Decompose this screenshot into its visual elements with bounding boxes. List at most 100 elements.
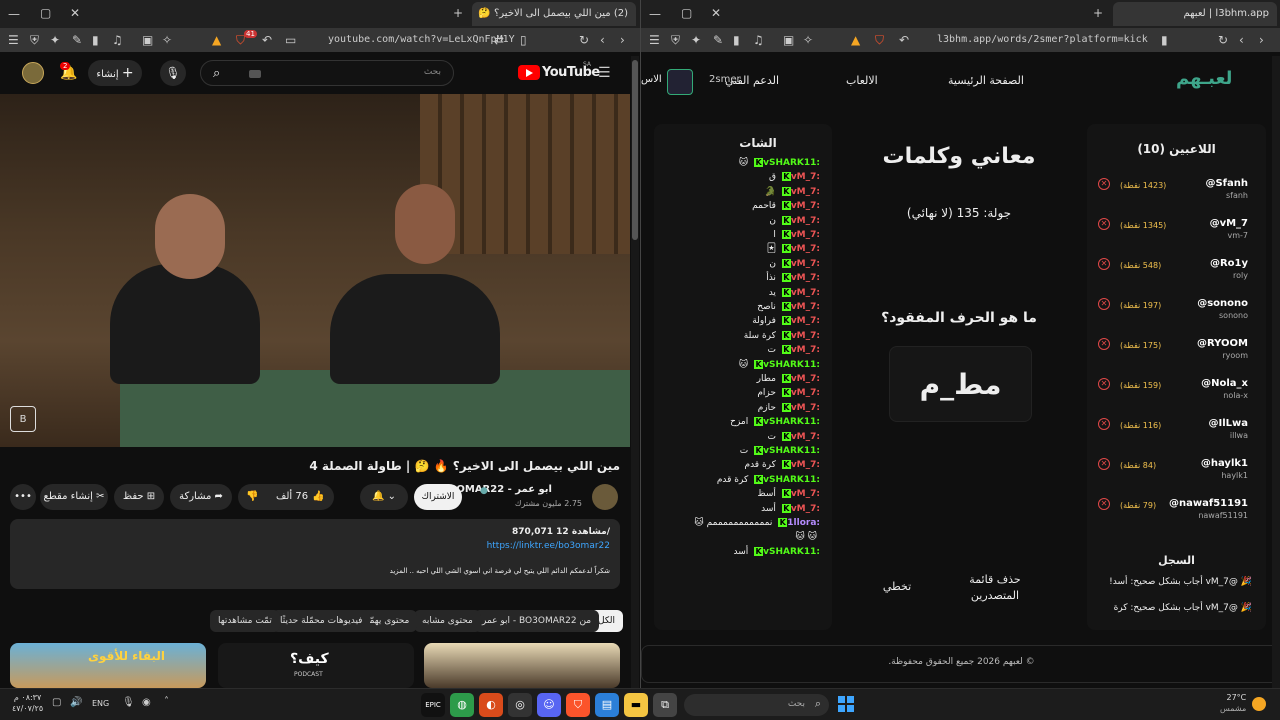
video-thumbnail[interactable] (424, 643, 620, 688)
scrollbar-track[interactable] (1272, 56, 1280, 688)
chat-username[interactable]: vM_7: (791, 259, 820, 269)
chat-username[interactable]: vM_7: (791, 403, 820, 413)
chip-watched[interactable]: تمّت مشاهدتها (210, 610, 280, 632)
file-explorer-icon[interactable]: ▬ (624, 693, 648, 717)
chat-username[interactable]: vM_7: (791, 187, 820, 197)
nav-cut-item[interactable]: الاس (641, 74, 662, 85)
chat-username[interactable]: vM_7: (791, 201, 820, 211)
remove-player-icon[interactable]: ✕ (1098, 458, 1110, 470)
puzzle-icon[interactable]: ✦ (50, 33, 60, 47)
clock[interactable]: ٠٨:٣٧ م ٤٧/٠٧/٢٥ (12, 692, 43, 714)
remove-player-icon[interactable]: ✕ (1098, 178, 1110, 190)
channel-avatar[interactable] (592, 484, 618, 510)
sidebar-icon[interactable]: ▮ (733, 33, 740, 47)
remove-player-icon[interactable]: ✕ (1098, 218, 1110, 230)
new-tab-icon[interactable]: + (1093, 6, 1103, 20)
chip-recent[interactable]: فيديوهات محمّلة حديثًا (272, 610, 371, 632)
video-player[interactable]: B (0, 94, 630, 447)
pencil-icon[interactable]: ✎ (72, 33, 82, 47)
share-button[interactable]: ➦ مشاركة (170, 484, 232, 510)
window-maximize-icon[interactable]: ▢ (681, 6, 692, 20)
chat-username[interactable]: vM_7: (791, 216, 820, 226)
dislike-icon[interactable]: 👎 (246, 484, 258, 510)
shield-icon[interactable]: ⛨ (671, 33, 680, 47)
volume-icon[interactable]: 🔊 (70, 697, 82, 708)
youtube-logo-icon[interactable] (518, 65, 540, 80)
description-link[interactable]: https://linktr.ee/bo3omar22 (487, 541, 610, 551)
user-avatar[interactable] (667, 69, 693, 95)
task-view-icon[interactable]: ⧉ (653, 693, 677, 717)
screenshot-icon[interactable]: ▣ (142, 33, 153, 47)
chat-username[interactable]: vM_7: (791, 316, 820, 326)
discord-icon[interactable]: ☺ (537, 693, 561, 717)
tab-l3bhm[interactable]: l3bhm.app | لعبهم (1113, 2, 1277, 26)
clip-button[interactable]: ✂ إنشاء مقطع (40, 484, 108, 510)
chat-username[interactable]: vM_7: (791, 504, 820, 514)
window-maximize-icon[interactable]: ▢ (40, 6, 51, 20)
chat-username[interactable]: vM_7: (791, 432, 820, 442)
like-count[interactable]: 76 ألف (276, 484, 308, 510)
chat-username[interactable]: vM_7: (791, 172, 820, 182)
description-box[interactable]: 870,071 مشاهدة 12/ https://linktr.ee/bo3… (10, 519, 620, 589)
chat-username[interactable]: vM_7: (791, 460, 820, 470)
skip-button[interactable]: تخطي (875, 580, 919, 593)
hamburger-icon[interactable]: ☰ (598, 66, 611, 80)
nav-home[interactable]: الصفحة الرئيسية (948, 74, 1024, 87)
nav-back-icon[interactable]: ‹ (600, 33, 605, 47)
screenshot-icon[interactable]: ▣ (783, 33, 794, 47)
chat-username[interactable]: vM_7: (791, 331, 820, 341)
pencil-icon[interactable]: ✎ (713, 33, 723, 47)
user-name[interactable]: 2smer (709, 74, 741, 85)
youtube-logo-text[interactable]: YouTube (542, 65, 600, 80)
store-icon[interactable]: ▤ (595, 693, 619, 717)
create-button[interactable]: + إنشاء (88, 60, 142, 86)
new-tab-icon[interactable]: + (453, 6, 463, 20)
site-logo[interactable]: لعبـهم (1176, 68, 1232, 89)
scrollbar-thumb[interactable] (632, 60, 638, 240)
chip-related[interactable]: محتوى مشابه (414, 610, 481, 632)
description-text[interactable]: شكراً لدعمكم الدائم اللي يتيح لي فرصة ان… (390, 567, 610, 575)
obs-icon[interactable]: ◎ (508, 693, 532, 717)
search-box[interactable]: ⌕ بحث (200, 60, 454, 86)
remove-player-icon[interactable]: ✕ (1098, 338, 1110, 350)
url-bar[interactable]: youtube.com/watch?v=LeLxQnFpM1Y (328, 31, 515, 49)
epic-games-icon[interactable]: EPIC (421, 693, 445, 717)
mic-tray-icon[interactable]: 🎙 (122, 697, 135, 708)
extensions-icon[interactable]: ✧ (162, 33, 172, 47)
chat-username[interactable]: vSHARK11: (763, 475, 820, 485)
chat-username[interactable]: vM_7: (791, 230, 820, 240)
chat-username[interactable]: vSHARK11: (763, 158, 820, 168)
vpn-icon[interactable]: ▲ (851, 33, 860, 47)
remove-player-icon[interactable]: ✕ (1098, 498, 1110, 510)
vpn-icon[interactable]: ▲ (212, 33, 221, 47)
chat-username[interactable]: vM_7: (791, 489, 820, 499)
save-button[interactable]: ⊞ حفظ (114, 484, 164, 510)
brave-icon[interactable]: ⛉ (566, 693, 590, 717)
puzzle-icon[interactable]: ✦ (691, 33, 701, 47)
scrollbar-track[interactable] (631, 56, 639, 688)
network-icon[interactable]: ◉ (142, 697, 151, 708)
weather-widget[interactable]: 27°C مشمس (1220, 692, 1246, 714)
tab-youtube[interactable]: (2) مين اللي بيصمل الى الاخير؟ 🤔 (472, 2, 636, 26)
chip-from-channel[interactable]: من BO3OMAR22 - ابو عمر (474, 610, 600, 632)
taskbar-search[interactable]: ⌕ بحث (684, 694, 829, 716)
back-icon[interactable]: ↶ (262, 33, 272, 47)
menu-icon[interactable]: ☰ (649, 33, 660, 47)
chat-username[interactable]: vM_7: (791, 302, 820, 312)
notification-toggle-button[interactable]: 🔔 ⌄ (360, 484, 408, 510)
tune-icon[interactable]: ⇄ (494, 33, 504, 47)
chat-username[interactable]: vM_7: (791, 273, 820, 283)
chat-username[interactable]: vM_7: (791, 374, 820, 384)
music-icon[interactable]: ♫ (753, 33, 764, 47)
chat-username[interactable]: vM_7: (791, 244, 820, 254)
like-icon[interactable]: 👍 (312, 484, 324, 510)
search-icon[interactable]: ⌕ (213, 66, 220, 81)
url-bar[interactable]: l3bhm.app/words/2smer?platform=kick (937, 31, 1148, 49)
reload-icon[interactable]: ↻ (579, 33, 589, 47)
chat-username[interactable]: vM_7: (791, 288, 820, 298)
window-close-icon[interactable]: ✕ (711, 6, 721, 20)
back-icon[interactable]: ↶ (899, 33, 909, 47)
language-indicator[interactable]: ENG (92, 699, 109, 708)
chat-username[interactable]: vSHARK11: (763, 547, 820, 557)
subscribe-button[interactable]: الاشتراك (414, 484, 462, 510)
